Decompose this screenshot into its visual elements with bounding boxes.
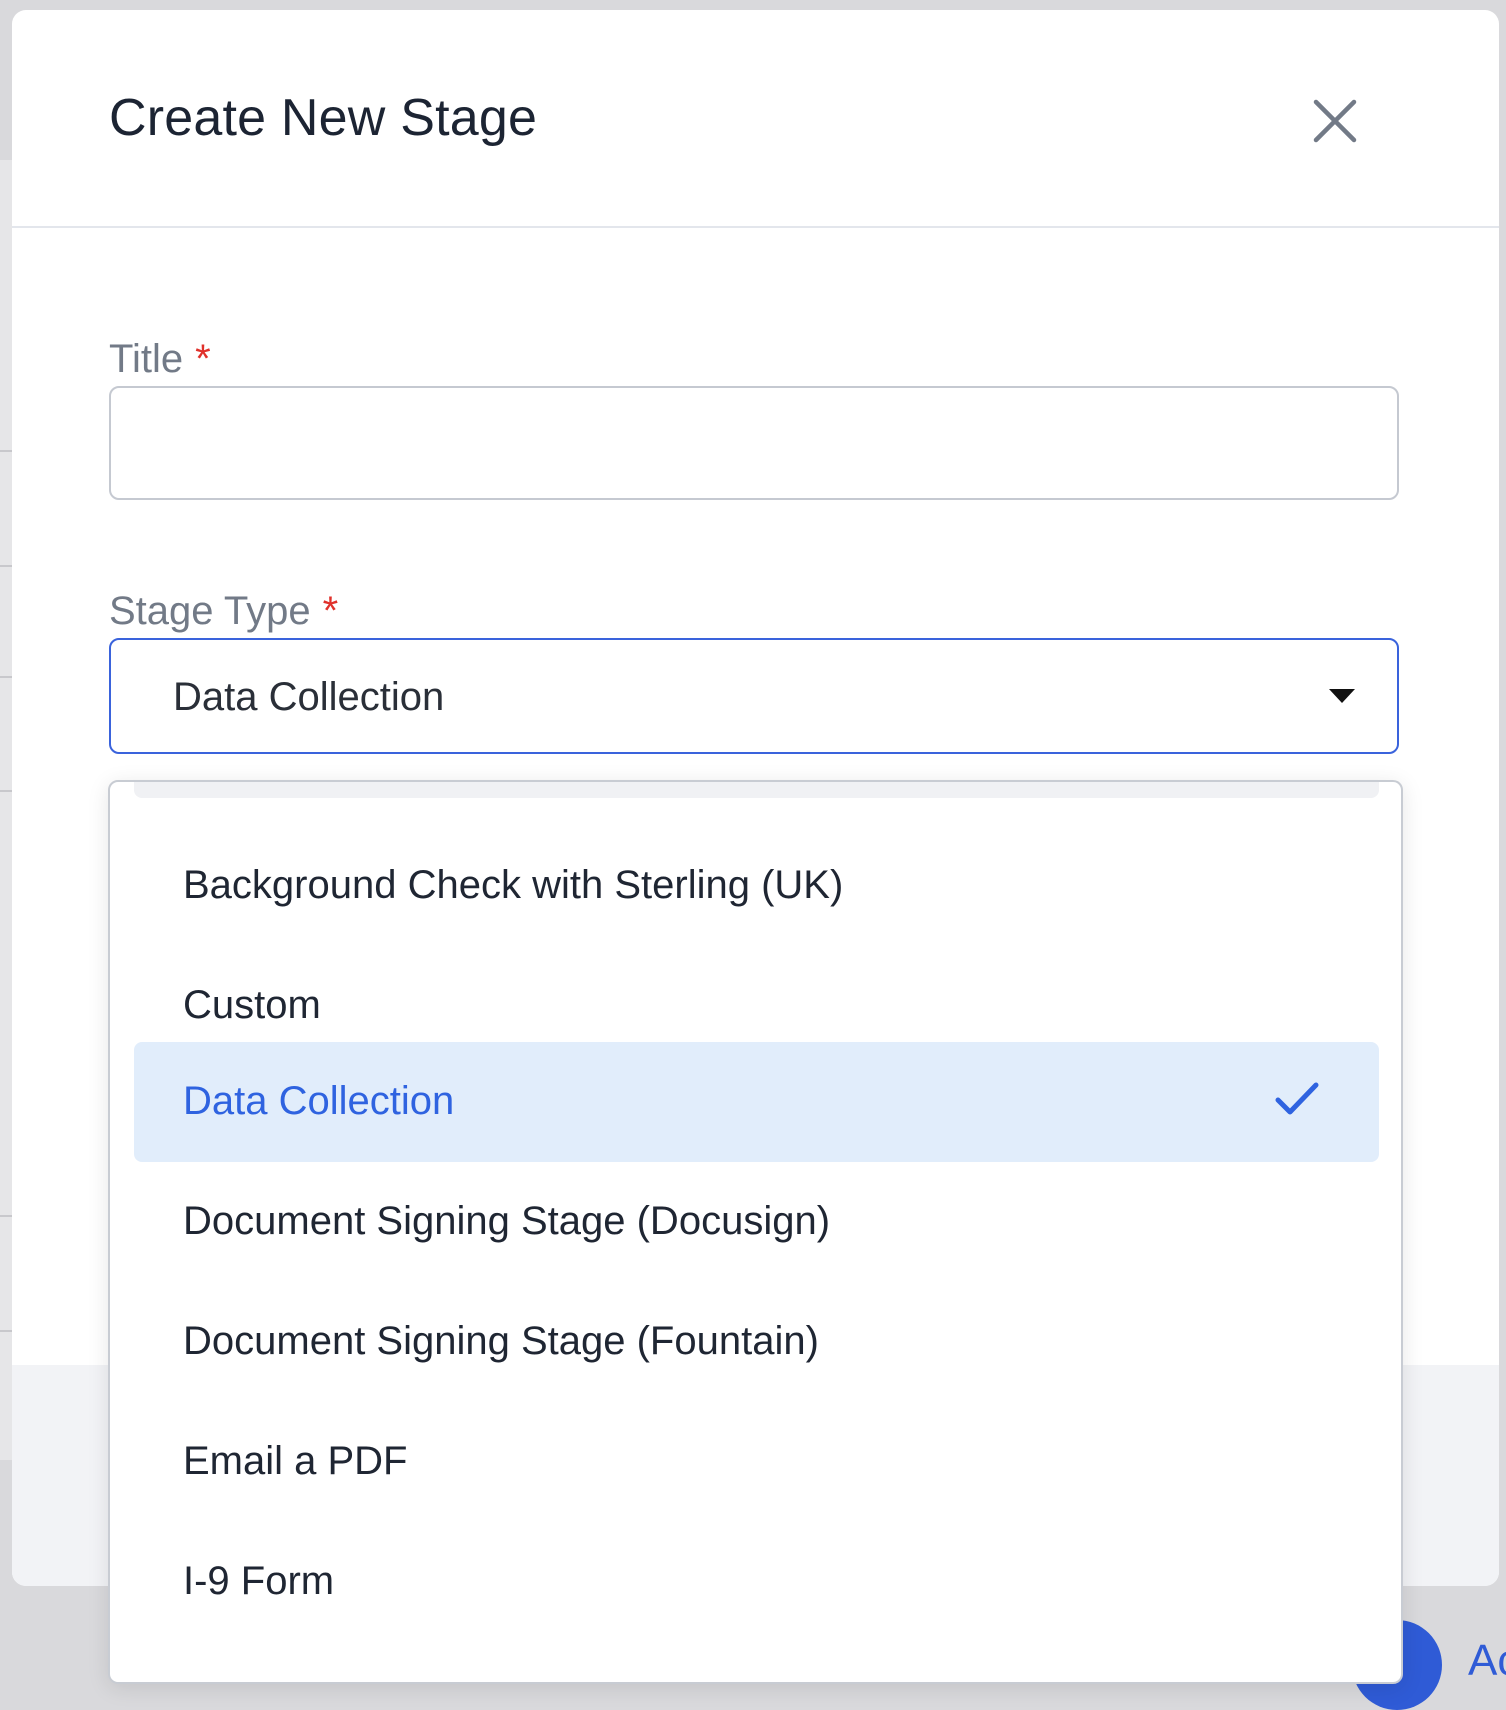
- title-label-text: Title: [109, 337, 184, 381]
- background-divider: [0, 450, 12, 452]
- background-divider: [0, 565, 12, 567]
- option-label: Document Signing Stage (Docusign): [183, 1199, 831, 1243]
- option-background-check-sterling-uk[interactable]: Background Check with Sterling (UK): [134, 826, 1379, 946]
- stage-type-select[interactable]: Data Collection: [109, 638, 1399, 754]
- dropdown-scroll-edge: [134, 782, 1379, 798]
- option-label: Email a PDF: [183, 1439, 408, 1483]
- caret-down-icon: [1329, 689, 1355, 703]
- required-marker: *: [195, 337, 211, 381]
- fab-label-fragment[interactable]: Ac: [1468, 1636, 1506, 1686]
- option-label: Data Collection: [183, 1079, 455, 1123]
- background-divider: [0, 676, 12, 678]
- background-divider: [0, 790, 12, 792]
- option-label: Custom: [183, 983, 321, 1027]
- option-email-a-pdf[interactable]: Email a PDF: [134, 1402, 1379, 1522]
- background-divider: [0, 1215, 12, 1217]
- option-document-signing-fountain[interactable]: Document Signing Stage (Fountain): [134, 1282, 1379, 1402]
- option-document-signing-docusign[interactable]: Document Signing Stage (Docusign): [134, 1162, 1379, 1282]
- stage-type-label-text: Stage Type: [109, 589, 311, 633]
- option-label: Background Check with Sterling (UK): [183, 863, 844, 907]
- background-page: [0, 160, 12, 1460]
- title-input[interactable]: [109, 386, 1399, 500]
- option-label: Document Signing Stage (Fountain): [183, 1319, 819, 1363]
- modal-header: Create New Stage: [12, 10, 1499, 228]
- stage-type-label: Stage Type *: [109, 589, 338, 634]
- option-i9-form[interactable]: I-9 Form: [134, 1522, 1379, 1642]
- option-data-collection[interactable]: Data Collection: [134, 1042, 1379, 1162]
- background-divider: [0, 1330, 12, 1332]
- modal-title: Create New Stage: [109, 89, 538, 147]
- close-icon[interactable]: [1310, 96, 1360, 146]
- option-label: I-9 Form: [183, 1559, 335, 1603]
- checkmark-icon: [1275, 1082, 1319, 1115]
- required-marker: *: [322, 589, 339, 633]
- stage-type-selected-value: Data Collection: [173, 675, 445, 719]
- title-label: Title *: [109, 337, 211, 382]
- stage-type-dropdown-menu: Background Check with Sterling (UK) Cust…: [108, 780, 1403, 1684]
- close-button[interactable]: [1310, 96, 1360, 146]
